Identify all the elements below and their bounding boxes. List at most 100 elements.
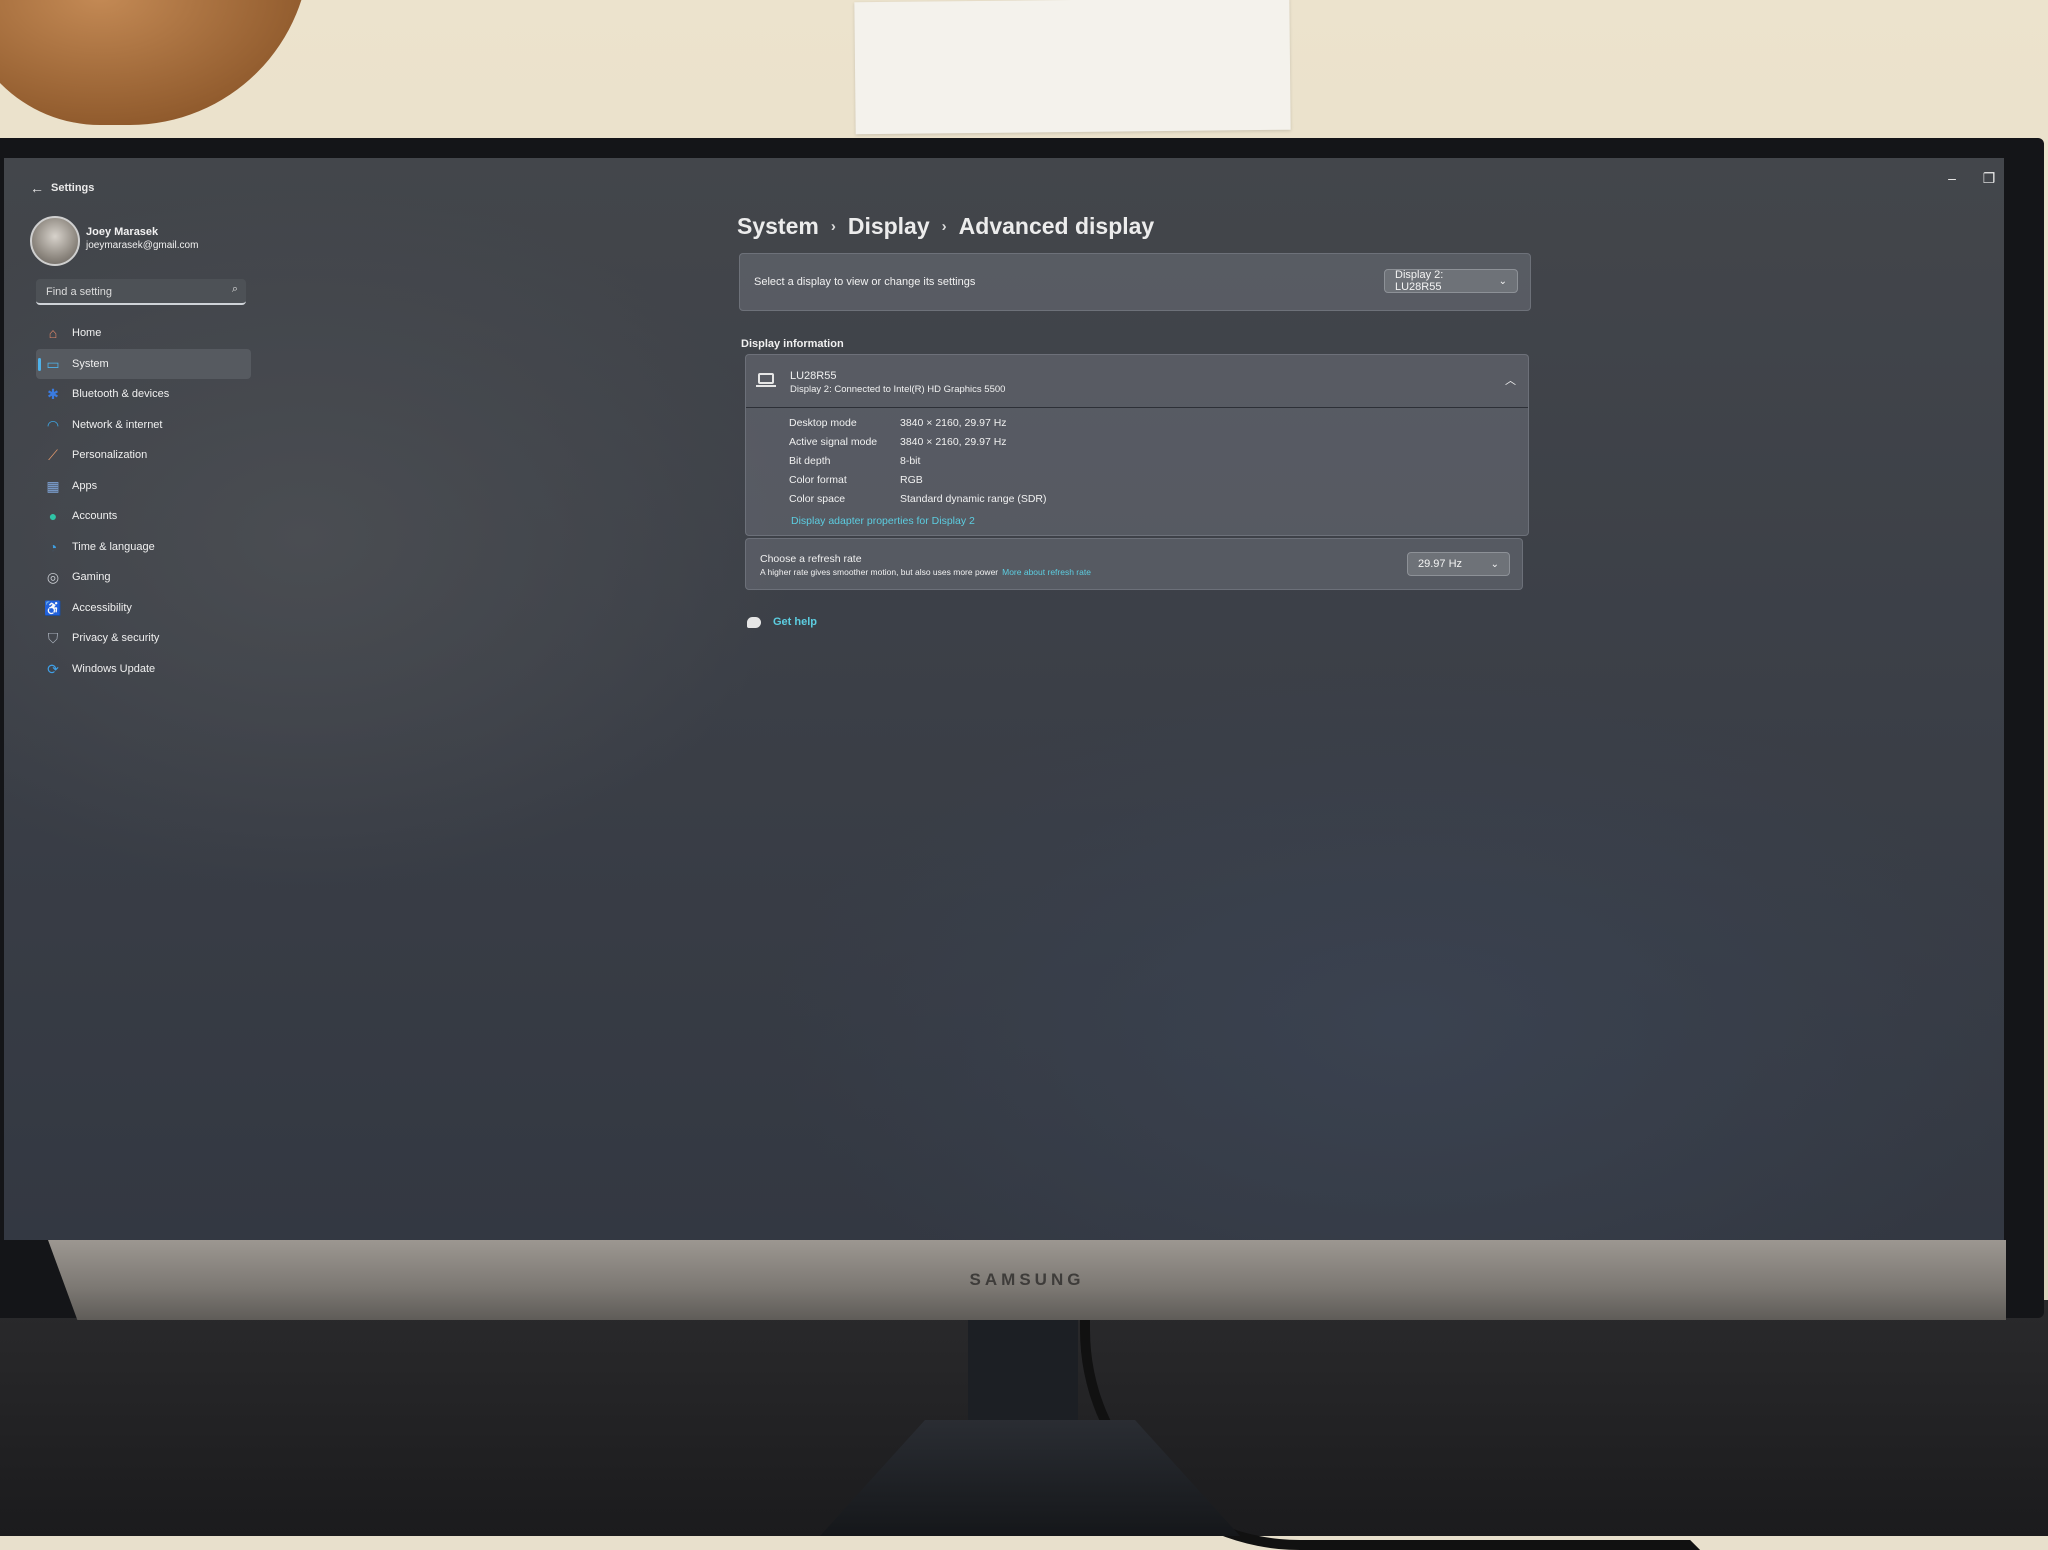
breadcrumb-system[interactable]: System [737,213,819,239]
title-bar: ← Settings – ❐ ✕ [4,158,2004,198]
sidebar-item-accounts[interactable]: ● Accounts [36,501,251,532]
chevron-up-icon[interactable]: ︿ [1505,372,1516,388]
refresh-rate-dropdown[interactable]: 29.97 Hz ⌄ [1407,552,1510,576]
brush-icon: ⟋ [48,447,58,464]
system-icon: ▭ [46,355,60,372]
sidebar-nav: ⌂ Home ▭ System ✱ Bluetooth & devices ◠ Network… [36,318,251,684]
sidebar-item-bluetooth-devices[interactable]: ✱ Bluetooth & devices [36,379,251,410]
get-help-link[interactable]: Get help [773,616,817,628]
get-help[interactable]: Get help [747,616,817,628]
monitor-stand-neck [968,1300,1078,1440]
sidebar-item-label: Time & language [72,540,155,553]
sidebar-item-apps[interactable]: ▦ Apps [36,471,251,502]
info-key: Color space [789,493,846,505]
accessibility-icon: ♿ [44,599,62,616]
update-icon: ⟳ [47,660,59,677]
refresh-rate-title: Choose a refresh rate [760,553,862,565]
refresh-rate-card: Choose a refresh rate A higher rate give… [745,538,1523,590]
search-input[interactable] [44,279,218,305]
breadcrumb-display[interactable]: Display [848,213,930,239]
settings-window: ← Settings – ❐ ✕ Joey Marasek joeymarase… [4,158,2004,1240]
sidebar-item-label: System [72,357,109,370]
brand-logo: SAMSUNG [969,1270,1085,1289]
info-row: Active signal mode 3840 × 2160, 29.97 Hz [789,436,1046,455]
sidebar-item-privacy-security[interactable]: ⛉ Privacy & security [36,623,251,654]
display-dropdown-value: Display 2: LU28R55 [1395,269,1444,293]
info-value: RGB [900,474,923,486]
sidebar-item-gaming[interactable]: ◎ Gaming [36,562,251,593]
sidebar-item-personalization[interactable]: ⟋ Personalization [36,440,251,471]
sidebar-item-windows-update[interactable]: ⟳ Windows Update [36,654,251,685]
info-row: Bit depth 8-bit [789,455,1046,474]
info-row: Desktop mode 3840 × 2160, 29.97 Hz [789,417,1046,436]
sidebar-item-system[interactable]: ▭ System [36,348,251,379]
info-value: 8-bit [900,455,921,467]
info-row: Color space Standard dynamic range (SDR) [789,493,1046,512]
help-chat-icon [747,616,761,628]
display-connection: Display 2: Connected to Intel(R) HD Grap… [790,384,1006,395]
app-title: Settings [51,182,95,194]
sidebar-item-label: Apps [72,479,98,492]
sidebar-item-label: Privacy & security [72,632,160,645]
monitor-icon [756,373,776,387]
display-information-header[interactable]: LU28R55 Display 2: Connected to Intel(R)… [746,355,1528,408]
accounts-icon: ● [48,508,58,525]
display-select-label: Select a display to view or change its s… [754,276,976,288]
bluetooth-icon: ✱ [47,386,59,403]
page-title: Advanced display [958,213,1155,239]
refresh-rate-link[interactable]: More about refresh rate [1002,567,1091,577]
user-name: Joey Marasek [86,226,159,238]
sidebar-item-label: Accessibility [72,601,132,614]
user-email: joeymarasek@gmail.com [86,240,199,251]
display-information-card: LU28R55 Display 2: Connected to Intel(R)… [745,354,1529,536]
sidebar-item-home[interactable]: ⌂ Home [36,318,251,349]
sidebar-item-label: Bluetooth & devices [72,388,170,401]
info-key: Bit depth [789,455,831,467]
chevron-down-icon: ⌄ [1490,558,1499,570]
breadcrumb: System › Display › Advanced display [737,213,1154,240]
sidebar-item-label: Accounts [72,510,118,523]
display-dropdown[interactable]: Display 2: LU28R55 ⌄ [1384,269,1518,293]
restore-button[interactable]: ❐ [1979,170,1999,187]
sidebar-item-time-language[interactable]: ◔ Time & language [36,532,251,563]
avatar[interactable] [30,216,80,266]
info-key: Color format [789,474,847,486]
sidebar-item-accessibility[interactable]: ♿ Accessibility [36,593,251,624]
adapter-properties-link[interactable]: Display adapter properties for Display 2 [791,515,975,527]
section-title: Display information [741,338,844,350]
refresh-rate-description: A higher rate gives smoother motion, but… [760,567,1091,577]
back-arrow-icon[interactable]: ← [30,180,44,196]
sidebar-item-label: Home [72,327,102,340]
chevron-down-icon: ⌄ [1498,275,1507,287]
refresh-rate-value: 29.97 Hz [1418,558,1463,570]
home-icon: ⌂ [48,325,58,342]
chevron-right-icon: › [830,218,836,235]
display-info-rows: Desktop mode 3840 × 2160, 29.97 Hz Active … [789,417,1046,512]
shield-icon: ⛉ [47,630,59,647]
monitor-bezel: SAMSUNG [48,1240,2006,1320]
sidebar-item-label: Network & internet [72,418,163,431]
refresh-rate-desc-text: A higher rate gives smoother motion, but… [760,567,999,577]
info-value: Standard dynamic range (SDR) [900,493,1047,505]
info-value: 3840 × 2160, 29.97 Hz [900,417,1007,429]
info-value: 3840 × 2160, 29.97 Hz [900,436,1007,448]
network-icon: ◠ [46,416,60,433]
display-name: LU28R55 [790,370,837,382]
search-box[interactable]: ⌕ [36,279,246,305]
gamepad-icon: ◎ [46,569,60,586]
sidebar-item-network-internet[interactable]: ◠ Network & internet [36,410,251,441]
search-icon[interactable]: ⌕ [232,283,238,296]
chevron-right-icon: › [941,218,947,235]
sidebar-item-label: Gaming [72,571,111,584]
apps-icon: ▦ [46,477,60,494]
active-indicator [38,357,41,371]
wall-drawing [854,0,1291,135]
info-key: Desktop mode [789,417,857,429]
minimize-button[interactable]: – [1942,170,1962,186]
clock-globe-icon: ◔ [48,538,58,555]
sidebar-item-label: Personalization [72,449,148,462]
info-key: Active signal mode [789,436,878,448]
info-row: Color format RGB [789,474,1046,493]
sidebar-item-label: Windows Update [72,662,156,675]
display-select-card: Select a display to view or change its s… [739,253,1531,311]
